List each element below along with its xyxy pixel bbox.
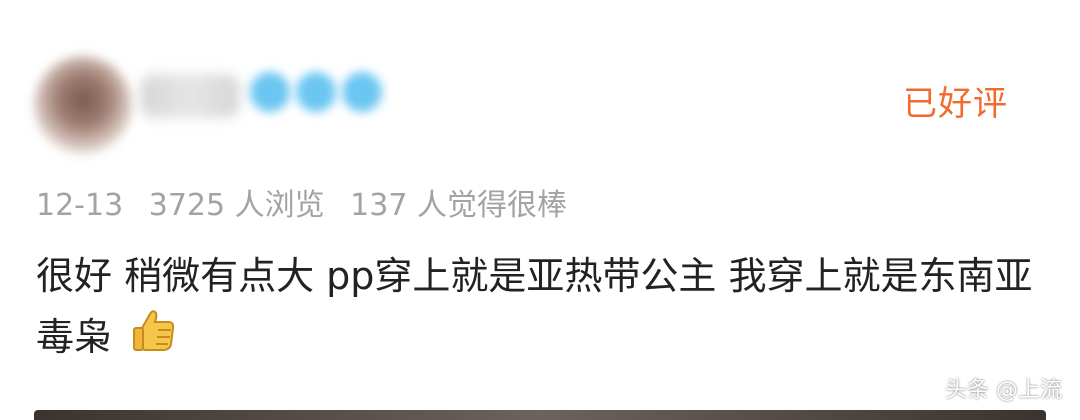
watermark: 头条 @上流 [945, 378, 1062, 403]
username-blurred[interactable] [140, 74, 240, 118]
level-badges [250, 72, 382, 118]
like-count: 137 人觉得很棒 [350, 188, 567, 223]
badge-icon [250, 72, 290, 112]
review-status: 已好评 [903, 84, 1008, 124]
review-meta: 12-13 3725 人浏览 137 人觉得很棒 [36, 180, 583, 224]
review-card: 已好评 12-13 3725 人浏览 137 人觉得很棒 很好 稍微有点大 pp… [0, 0, 1080, 420]
badge-icon [342, 72, 382, 112]
avatar[interactable] [34, 56, 132, 154]
review-text: 很好 稍微有点大 pp穿上就是亚热带公主 我穿上就是东南亚毒枭 [36, 254, 1033, 359]
review-text-block: 很好 稍微有点大 pp穿上就是亚热带公主 我穿上就是东南亚毒枭 [36, 248, 1036, 365]
thumbs-up-icon [133, 310, 175, 351]
next-image-edge [34, 410, 1046, 420]
view-count: 3725 人浏览 [148, 188, 325, 223]
review-date: 12-13 [36, 188, 124, 223]
badge-icon [296, 72, 336, 112]
